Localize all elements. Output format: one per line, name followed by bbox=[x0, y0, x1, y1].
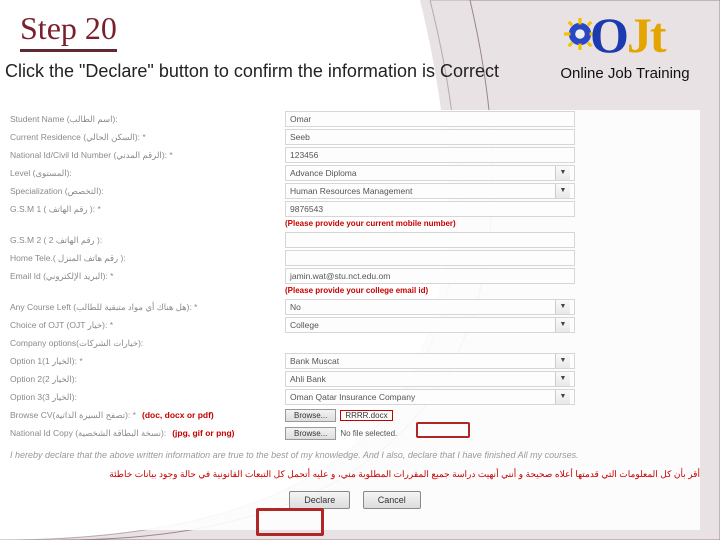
label-cv: Browse CV(تصفح السيرة الذاتية): *(doc, d… bbox=[10, 410, 285, 421]
cancel-button[interactable]: Cancel bbox=[363, 491, 421, 509]
row-email: Email Id (البريد الإلكتروني): *jamin.wat… bbox=[10, 267, 700, 285]
browse-cv-button[interactable]: Browse... bbox=[285, 409, 336, 422]
label-idcopy: National Id Copy (نسخة البطاقة الشخصية):… bbox=[10, 428, 285, 439]
form: Student Name (اسم الطالب):Omar Current R… bbox=[10, 110, 700, 530]
label-spec: Specialization (التخصص): bbox=[10, 186, 285, 197]
row-opt3: Option 3(3 الخيار):Oman Qatar Insurance … bbox=[10, 388, 700, 406]
id-file-name: No file selected. bbox=[340, 429, 397, 438]
label-gsm2: G.S.M 2 ( 2 رقم الهاتف ): bbox=[10, 235, 285, 246]
row-opt1: Option 1(1 الخيار): *Bank Muscat▼ bbox=[10, 352, 700, 370]
chevron-down-icon: ▼ bbox=[555, 318, 570, 332]
value-home[interactable] bbox=[285, 250, 575, 266]
chevron-down-icon: ▼ bbox=[555, 354, 570, 368]
logo-letters: OJt bbox=[590, 6, 665, 64]
select-spec[interactable]: Human Resources Management▼ bbox=[285, 183, 575, 199]
label-student-name: Student Name (اسم الطالب): bbox=[10, 114, 285, 125]
row-cv: Browse CV(تصفح السيرة الذاتية): *(doc, d… bbox=[10, 406, 700, 424]
select-opt2[interactable]: Ahli Bank▼ bbox=[285, 371, 575, 387]
declaration-ar: أقر بأن كل المعلومات التي قدمتها أعلاه ص… bbox=[10, 468, 700, 481]
row-opt2: Option 2(2 الخيار):Ahli Bank▼ bbox=[10, 370, 700, 388]
hint-email: (Please provide your college email id) bbox=[285, 286, 700, 295]
chevron-down-icon: ▼ bbox=[555, 372, 570, 386]
value-student-name[interactable]: Omar bbox=[285, 111, 575, 127]
label-national-id: National Id/Civil Id Number (الرقم المدن… bbox=[10, 150, 285, 161]
value-gsm2[interactable] bbox=[285, 232, 575, 248]
value-email[interactable]: jamin.wat@stu.nct.edu.om bbox=[285, 268, 575, 284]
label-opt2: Option 2(2 الخيار): bbox=[10, 374, 285, 385]
row-anyleft: Any Course Left (هل هناك أي مواد متبقية … bbox=[10, 298, 700, 316]
row-choice: Choice of OJT (OJT خيار): *College▼ bbox=[10, 316, 700, 334]
row-student-name: Student Name (اسم الطالب):Omar bbox=[10, 110, 700, 128]
label-home: Home Tele.( رقم هاتف المنزل ): bbox=[10, 253, 285, 264]
logo-mark: OJt bbox=[560, 8, 690, 63]
chevron-down-icon: ▼ bbox=[555, 184, 570, 198]
row-gsm1: G.S.M 1 ( رقم الهاتف ): *9876543 bbox=[10, 200, 700, 218]
row-company-header: Company options(خيارات الشركات): bbox=[10, 334, 700, 352]
step-subtitle: Click the "Declare" button to confirm th… bbox=[5, 60, 515, 83]
label-opt3: Option 3(3 الخيار): bbox=[10, 392, 285, 403]
hint-gsm1: (Please provide your current mobile numb… bbox=[285, 219, 700, 228]
value-national-id[interactable]: 123456 bbox=[285, 147, 575, 163]
slide: Step 20 Click the "Declare" button to co… bbox=[0, 0, 720, 540]
label-gsm1: G.S.M 1 ( رقم الهاتف ): * bbox=[10, 204, 285, 215]
row-gsm2: G.S.M 2 ( 2 رقم الهاتف ): bbox=[10, 231, 700, 249]
row-specialization: Specialization (التخصص):Human Resources … bbox=[10, 182, 700, 200]
label-level: Level (المستوى): bbox=[10, 168, 285, 179]
select-choice[interactable]: College▼ bbox=[285, 317, 575, 333]
label-company-header: Company options(خيارات الشركات): bbox=[10, 338, 285, 349]
row-idcopy: National Id Copy (نسخة البطاقة الشخصية):… bbox=[10, 424, 700, 442]
declare-button[interactable]: Declare bbox=[289, 491, 350, 509]
chevron-down-icon: ▼ bbox=[555, 166, 570, 180]
select-anyleft[interactable]: No▼ bbox=[285, 299, 575, 315]
label-residence: Current Residence (السكن الحالي): * bbox=[10, 132, 285, 143]
value-gsm1[interactable]: 9876543 bbox=[285, 201, 575, 217]
step-title: Step 20 bbox=[20, 10, 117, 52]
logo-text: Online Job Training bbox=[560, 65, 690, 82]
row-home: Home Tele.( رقم هاتف المنزل ): bbox=[10, 249, 700, 267]
label-opt1: Option 1(1 الخيار): * bbox=[10, 356, 285, 367]
row-residence: Current Residence (السكن الحالي): *Seeb bbox=[10, 128, 700, 146]
label-email: Email Id (البريد الإلكتروني): * bbox=[10, 271, 285, 282]
select-level[interactable]: Advance Diploma▼ bbox=[285, 165, 575, 181]
chevron-down-icon: ▼ bbox=[555, 300, 570, 314]
label-choice: Choice of OJT (OJT خيار): * bbox=[10, 320, 285, 331]
cv-file-name: RRRR.docx bbox=[340, 410, 392, 421]
declaration-en: I hereby declare that the above written … bbox=[10, 450, 700, 462]
select-opt1[interactable]: Bank Muscat▼ bbox=[285, 353, 575, 369]
value-residence[interactable]: Seeb bbox=[285, 129, 575, 145]
action-bar: Declare Cancel bbox=[10, 490, 700, 509]
select-opt3[interactable]: Oman Qatar Insurance Company▼ bbox=[285, 389, 575, 405]
browse-id-button[interactable]: Browse... bbox=[285, 427, 336, 440]
logo: OJt Online Job Training bbox=[560, 8, 690, 82]
row-national-id: National Id/Civil Id Number (الرقم المدن… bbox=[10, 146, 700, 164]
label-anyleft: Any Course Left (هل هناك أي مواد متبقية … bbox=[10, 302, 285, 313]
row-level: Level (المستوى):Advance Diploma▼ bbox=[10, 164, 700, 182]
chevron-down-icon: ▼ bbox=[555, 390, 570, 404]
